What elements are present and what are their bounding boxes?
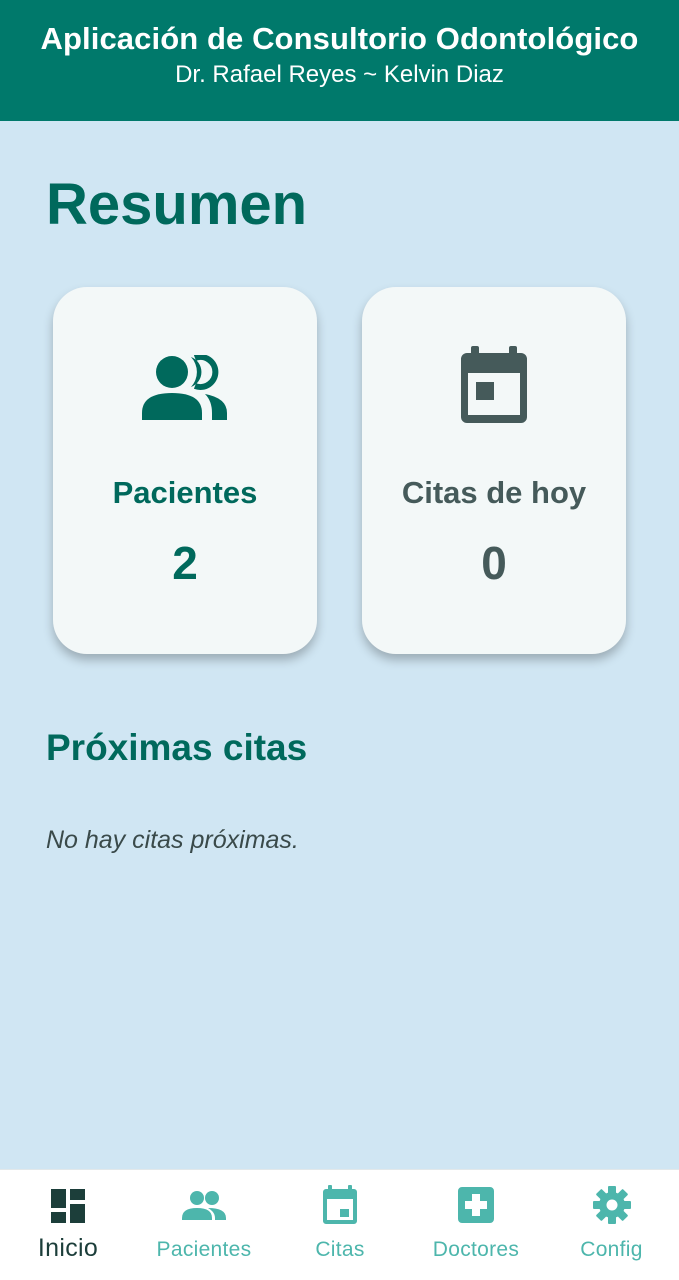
nav-item-inicio[interactable]: Inicio <box>0 1170 136 1280</box>
nav-label-citas: Citas <box>315 1238 365 1261</box>
upcoming-section-title: Próximas citas <box>46 727 308 768</box>
today-appointments-count: 0 <box>481 537 507 589</box>
people-icon <box>142 355 227 420</box>
calendar-icon <box>323 1185 357 1224</box>
calendar-icon <box>461 346 527 423</box>
nav-item-doctores[interactable]: Doctores <box>408 1170 544 1280</box>
nav-label-doctores: Doctores <box>432 1238 520 1261</box>
people-icon <box>182 1191 226 1220</box>
patients-card-label: Pacientes <box>112 475 258 510</box>
medical-plus-icon <box>458 1187 494 1223</box>
gear-icon <box>592 1186 631 1224</box>
upcoming-empty-message: No hay citas próximas. <box>46 826 299 854</box>
nav-item-pacientes[interactable]: Pacientes <box>136 1170 272 1280</box>
nav-label-inicio: Inicio <box>37 1234 99 1262</box>
nav-label-pacientes: Pacientes <box>156 1238 252 1261</box>
today-card-label: Citas de hoy <box>401 475 587 510</box>
patients-count: 2 <box>172 537 198 589</box>
nav-item-citas[interactable]: Citas <box>272 1170 408 1280</box>
dashboard-icon <box>51 1189 85 1223</box>
page-title: Resumen <box>46 172 308 237</box>
app-header: Aplicación de Consultorio Odontológico D… <box>0 0 679 121</box>
nav-item-config[interactable]: Config <box>544 1170 679 1280</box>
app-subtitle: Dr. Rafael Reyes ~ Kelvin Diaz <box>175 61 504 88</box>
app-title: Aplicación de Consultorio Odontológico <box>40 21 639 56</box>
patients-summary-card[interactable]: Pacientes 2 <box>53 287 317 654</box>
nav-label-config: Config <box>580 1238 643 1261</box>
today-appointments-card[interactable]: Citas de hoy 0 <box>362 287 626 654</box>
bottom-navigation: Inicio Pacientes Citas Doctores Config <box>0 1169 679 1280</box>
